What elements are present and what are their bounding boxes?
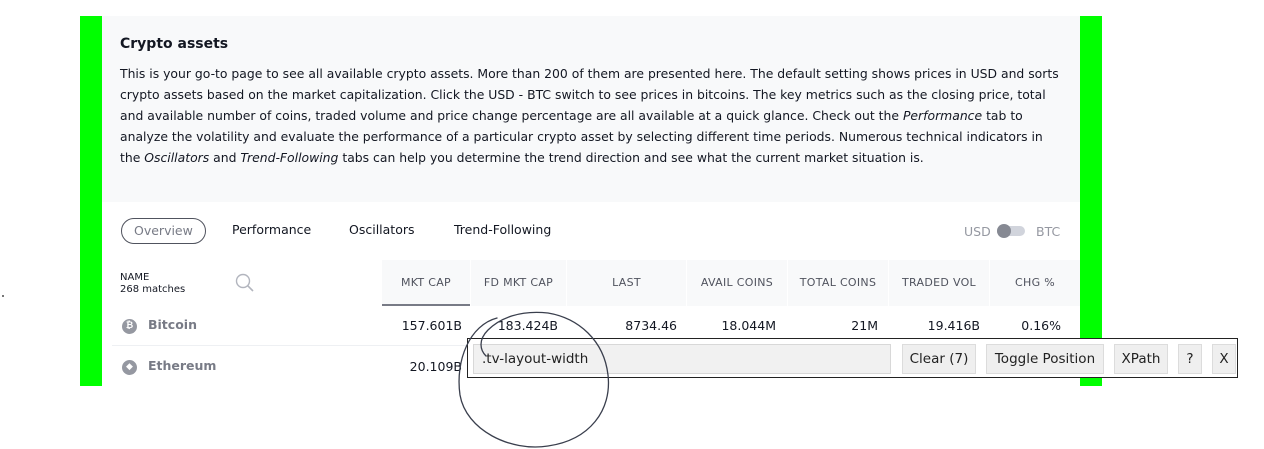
cell-mkt-cap: 20.109B: [409, 359, 462, 374]
tab-performance[interactable]: Performance: [232, 218, 311, 244]
intro-emphasis-oscillators: Oscillators: [144, 150, 210, 165]
column-header-traded-vol[interactable]: TRADED VOL: [889, 260, 989, 306]
tab-trend-following[interactable]: Trend-Following: [454, 218, 551, 244]
close-button[interactable]: X: [1212, 344, 1236, 374]
search-icon: [235, 273, 254, 292]
coin-name-link[interactable]: Ethereum: [148, 358, 216, 373]
name-header-label: NAME: [120, 272, 150, 283]
name-column-header[interactable]: NAME 268 matches: [120, 272, 185, 296]
table-header: NAME 268 matches MKT CAP FD MKT CAP LAST …: [112, 260, 1080, 306]
page-title: Crypto assets: [120, 36, 229, 52]
cell-chg-percent: 0.16%: [1021, 318, 1061, 333]
currency-btc-label: BTC: [1036, 224, 1061, 239]
stray-dot: [2, 295, 4, 297]
cell-traded-vol: 19.416B: [927, 318, 980, 333]
crypto-assets-panel: Crypto assets This is your go-to page to…: [102, 16, 1080, 386]
bitcoin-icon: ₿: [122, 319, 137, 334]
cell-mkt-cap: 157.601B: [401, 318, 462, 333]
tab-oscillators[interactable]: Oscillators: [349, 218, 415, 244]
highlight-border-right: [1080, 16, 1102, 386]
intro-text-4: tabs can help you determine the trend di…: [338, 150, 924, 165]
xpath-helper-bar: .tv-layout-width Clear (7) Toggle Positi…: [467, 338, 1238, 378]
ethereum-icon: ◆: [122, 360, 137, 375]
column-header-fd-mkt-cap[interactable]: FD MKT CAP: [471, 260, 566, 306]
coin-name-link[interactable]: Bitcoin: [148, 317, 197, 332]
intro-emphasis-performance: Performance: [902, 108, 983, 123]
intro-emphasis-trend-following: Trend-Following: [240, 150, 339, 165]
intro-text-3: and: [209, 150, 241, 165]
help-button[interactable]: ?: [1178, 344, 1202, 374]
toggle-position-button[interactable]: Toggle Position: [986, 344, 1104, 374]
intro-description: This is your go-to page to see all avail…: [120, 63, 1060, 168]
matches-count: 268 matches: [120, 284, 186, 295]
highlight-border-left: [80, 16, 102, 386]
cell-fd-mkt-cap: 183.424B: [497, 318, 558, 333]
currency-usd-label: USD: [964, 224, 991, 239]
column-header-last[interactable]: LAST: [567, 260, 686, 306]
column-header-mkt-cap[interactable]: MKT CAP: [382, 260, 470, 306]
cell-last: 8734.46: [625, 318, 677, 333]
column-header-avail-coins[interactable]: AVAIL COINS: [687, 260, 787, 306]
usd-btc-toggle[interactable]: [997, 224, 1027, 238]
column-header-chg-percent[interactable]: CHG %: [990, 260, 1080, 306]
clear-button[interactable]: Clear (7): [902, 344, 976, 374]
search-input[interactable]: [225, 267, 341, 299]
cell-avail-coins: 18.044M: [721, 318, 776, 333]
intro-section: Crypto assets This is your go-to page to…: [102, 16, 1080, 202]
xpath-button[interactable]: XPath: [1114, 344, 1168, 374]
tab-overview[interactable]: Overview: [121, 218, 206, 244]
column-header-total-coins[interactable]: TOTAL COINS: [788, 260, 888, 306]
toggle-knob: [997, 224, 1011, 238]
xpath-query-input[interactable]: .tv-layout-width: [473, 344, 891, 374]
cell-total-coins: 21M: [851, 318, 878, 333]
tab-bar: Overview Performance Oscillators Trend-F…: [102, 218, 1080, 246]
